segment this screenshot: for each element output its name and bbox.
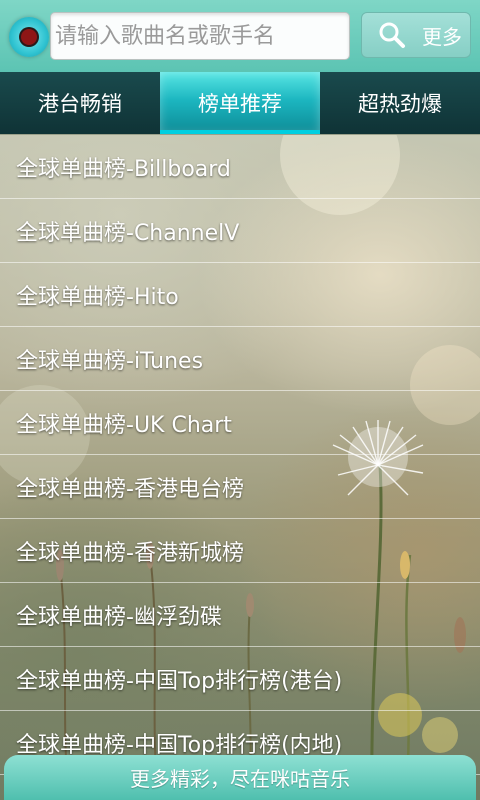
list-item-label: 全球单曲榜-UK Chart	[16, 412, 232, 438]
list-item[interactable]: 全球单曲榜-Hito	[0, 263, 480, 327]
list-item-label: 全球单曲榜-Billboard	[16, 156, 231, 182]
list-item[interactable]: 全球单曲榜-Billboard	[0, 135, 480, 199]
footer-banner[interactable]: 更多精彩，尽在咪咕音乐	[4, 755, 476, 800]
list-item-label: 全球单曲榜-ChannelV	[16, 220, 240, 246]
tab-hot-hits[interactable]: 超热劲爆	[320, 72, 480, 134]
tab-label: 超热劲爆	[358, 92, 442, 116]
list-item-label: 全球单曲榜-幽浮劲碟	[16, 604, 222, 630]
list-item-label: 全球单曲榜-中国Top排行榜(港台)	[16, 668, 343, 694]
list-item[interactable]: 全球单曲榜-UK Chart	[0, 391, 480, 455]
search-button-label: 更多	[422, 24, 462, 49]
app-logo-icon	[9, 17, 49, 57]
tab-chart-recommendations[interactable]: 榜单推荐	[160, 72, 320, 134]
search-button[interactable]: 更多	[361, 12, 471, 58]
list-item[interactable]: 全球单曲榜-ChannelV	[0, 199, 480, 263]
tab-label: 榜单推荐	[198, 92, 282, 116]
list-item[interactable]: 全球单曲榜-幽浮劲碟	[0, 583, 480, 647]
list-item-label: 全球单曲榜-Hito	[16, 284, 179, 310]
list-item[interactable]: 全球单曲榜-iTunes	[0, 327, 480, 391]
tab-label: 港台畅销	[38, 92, 122, 116]
list-item-label: 全球单曲榜-香港电台榜	[16, 476, 244, 502]
chart-list: 全球单曲榜-Billboard 全球单曲榜-ChannelV 全球单曲榜-Hit…	[0, 135, 480, 775]
list-item[interactable]: 全球单曲榜-香港新城榜	[0, 519, 480, 583]
search-input[interactable]	[50, 12, 350, 60]
list-item-label: 全球单曲榜-iTunes	[16, 348, 204, 374]
list-item[interactable]: 全球单曲榜-香港电台榜	[0, 455, 480, 519]
footer-banner-text: 更多精彩，尽在咪咕音乐	[130, 767, 350, 791]
search-icon	[379, 22, 405, 48]
tab-bar: 港台畅销 榜单推荐 超热劲爆	[0, 72, 480, 134]
list-item-label: 全球单曲榜-中国Top排行榜(内地)	[16, 732, 343, 758]
list-item-label: 全球单曲榜-香港新城榜	[16, 540, 244, 566]
list-item[interactable]: 全球单曲榜-中国Top排行榜(港台)	[0, 647, 480, 711]
top-bar: 更多	[0, 0, 480, 72]
tab-hk-tw-bestsellers[interactable]: 港台畅销	[0, 72, 160, 134]
